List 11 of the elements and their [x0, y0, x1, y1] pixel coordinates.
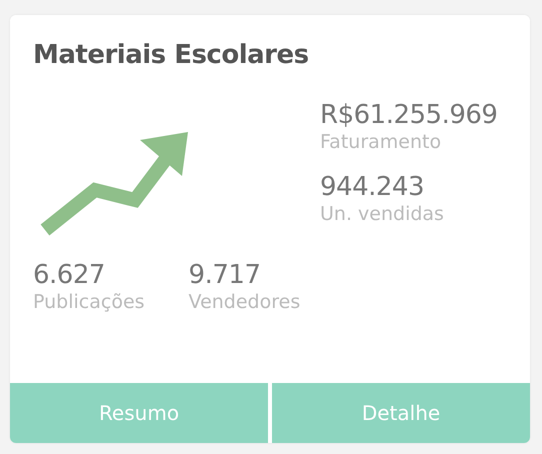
stat-value: 9.717: [188, 260, 262, 290]
stat-label: Faturamento: [320, 130, 442, 154]
stat-label: Publicações: [33, 290, 145, 314]
stat-value: 6.627: [33, 260, 106, 290]
card-button[interactable]: Detalhe: [272, 383, 530, 443]
stat-value: R$61.255.969: [320, 100, 498, 130]
stat-label: Vendedores: [188, 290, 300, 314]
card-button[interactable]: Resumo: [10, 383, 268, 443]
card-title: Materiais Escolares: [32, 39, 310, 70]
stat-label: Un. vendidas: [320, 202, 445, 226]
stat-value: 944.243: [320, 172, 426, 202]
